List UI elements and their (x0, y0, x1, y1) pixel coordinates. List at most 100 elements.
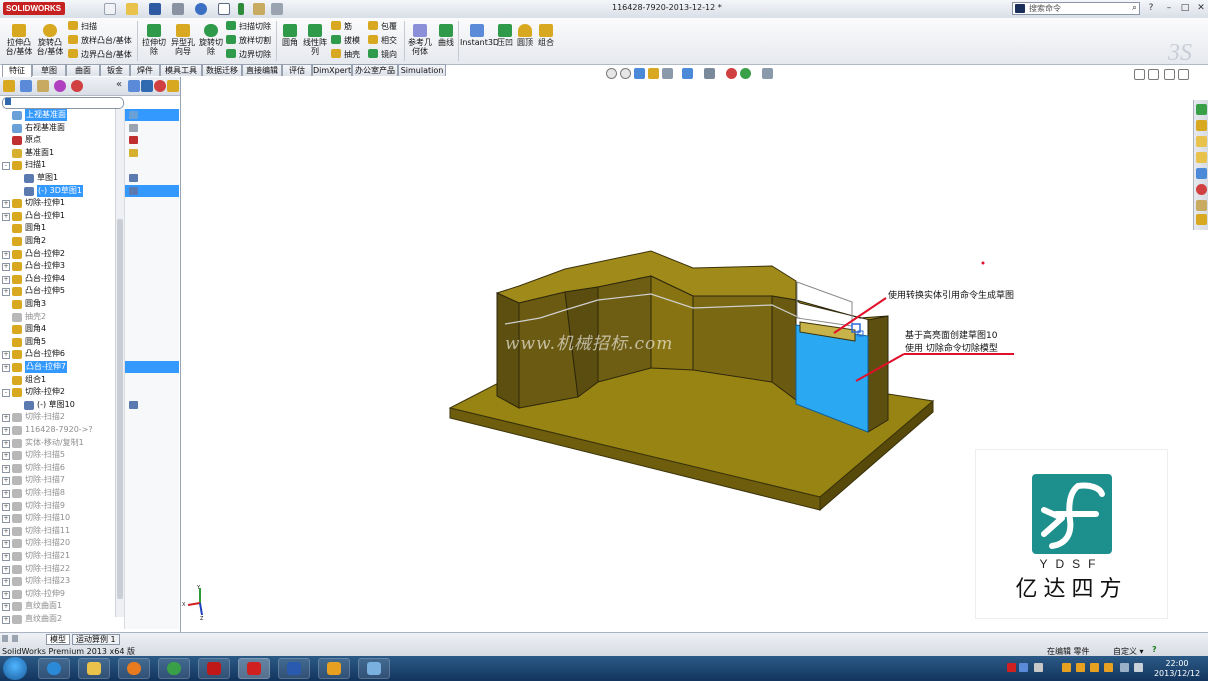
tree-node[interactable]: + 切除-扫描5 (0, 449, 124, 461)
tree-node[interactable]: +116428-7920->? (0, 424, 124, 436)
tree-node[interactable]: + 凸台-拉伸2 (0, 248, 124, 260)
tree-node[interactable]: + 切除-扫描22 (0, 563, 124, 575)
taskbar-media-player[interactable] (118, 658, 150, 679)
expand-toggle-icon[interactable]: + (2, 263, 10, 272)
file-properties-icon[interactable] (253, 3, 265, 15)
expand-toggle-icon[interactable]: + (2, 477, 10, 486)
tree-node[interactable]: (-) 草图10 (0, 399, 124, 411)
expand-toggle-icon[interactable]: + (2, 616, 10, 624)
bottom-tab-model[interactable]: 模型 (46, 634, 70, 645)
new-document-icon[interactable] (104, 3, 116, 15)
intersect-button[interactable]: 相交 (368, 35, 397, 46)
display-pane-cell[interactable] (125, 361, 179, 373)
tree-node[interactable]: + 切除-扫描11 (0, 525, 124, 537)
open-folder-icon[interactable] (126, 3, 138, 15)
expand-toggle-icon[interactable]: + (2, 275, 10, 284)
file-explorer-icon[interactable] (1196, 136, 1207, 147)
minimize-button[interactable]: – (1162, 2, 1176, 15)
tree-node[interactable]: 圆角1 (0, 222, 124, 234)
tree-node[interactable]: 原点 (0, 134, 124, 146)
expand-toggle-icon[interactable]: + (2, 288, 10, 297)
undo-icon[interactable] (195, 3, 207, 15)
tab-0[interactable]: 特征 (2, 64, 32, 77)
config-manager-tab-icon[interactable] (37, 80, 49, 92)
expand-toggle-icon[interactable]: + (2, 565, 10, 574)
tree-node[interactable]: 圆角3 (0, 298, 124, 310)
expand-toggle-icon[interactable]: + (2, 212, 10, 221)
scrollbar-thumb[interactable] (117, 219, 123, 599)
sweep-button[interactable]: 扫描 (68, 21, 97, 32)
tree-node[interactable]: + 切除-扫描10 (0, 512, 124, 524)
maximize-button[interactable]: □ (1178, 2, 1192, 15)
view-orientation-icon[interactable] (682, 68, 693, 79)
tree-node[interactable]: + 切除-扫描6 (0, 462, 124, 474)
feature-tree-scrollbar[interactable] (115, 109, 124, 617)
tree-node[interactable]: - 切除-拉伸2 (0, 386, 124, 398)
tab-5[interactable]: 模具工具 (160, 64, 202, 76)
display-pane-cell[interactable] (125, 147, 179, 159)
tree-node[interactable]: 右视基准面 (0, 122, 124, 134)
taskbar-solidworks[interactable] (238, 658, 270, 679)
taskbar-word[interactable] (278, 658, 310, 679)
rebuild-icon[interactable] (238, 3, 244, 15)
indent-button[interactable]: 压凹 (496, 24, 514, 47)
tree-node[interactable]: + 切除-扫描7 (0, 474, 124, 486)
linear-pattern-button[interactable]: 线性阵 列 (302, 24, 328, 56)
revolve-cut-button[interactable]: 旋转切 除 (198, 24, 224, 56)
boundary-boss-button[interactable]: 边界凸台/基体 (68, 49, 132, 60)
scroll-left-icon[interactable] (2, 635, 8, 642)
custom-properties-icon[interactable] (1196, 200, 1207, 211)
tree-node[interactable]: 圆角4 (0, 323, 124, 335)
expand-toggle-icon[interactable]: + (2, 464, 10, 473)
display-style-icon[interactable] (704, 68, 715, 79)
draft-button[interactable]: 拔模 (331, 35, 360, 46)
reference-geometry-button[interactable]: 参考几 何体 (407, 24, 433, 56)
tree-node[interactable]: 基准面1 (0, 147, 124, 159)
tab-9[interactable]: DimXpert (312, 64, 352, 76)
edit-appearance-icon[interactable] (740, 68, 751, 79)
search-scope-icon[interactable] (1015, 4, 1025, 13)
expand-toggle-icon[interactable]: + (2, 578, 10, 587)
expand-toggle-icon[interactable]: + (2, 490, 10, 498)
tree-node[interactable]: 上视基准面 (0, 109, 124, 121)
solidworks-resources-icon[interactable] (1196, 104, 1207, 115)
tree-node[interactable]: + 直纹曲面2 (0, 613, 124, 625)
expand-toggle-icon[interactable]: + (2, 527, 10, 536)
display-pane-cell[interactable] (125, 122, 179, 134)
hole-wizard-button[interactable]: 异型孔 向导 (169, 24, 197, 56)
swept-cut-button[interactable]: 扫描切除 (226, 21, 271, 32)
display-pane-cell[interactable] (125, 399, 179, 411)
expand-toggle-icon[interactable]: + (2, 364, 10, 372)
display-pane-cell[interactable] (125, 184, 179, 197)
tree-node[interactable]: + 凸台-拉伸4 (0, 273, 124, 285)
revolve-boss-button[interactable]: 旋转凸 台/基体 (35, 24, 65, 56)
expand-toggle-icon[interactable]: - (2, 389, 10, 398)
tree-node[interactable]: + 切除-拉伸1 (0, 197, 124, 209)
tree-node[interactable]: 圆角5 (0, 336, 124, 348)
extrude-boss-button[interactable]: 拉伸凸 台/基体 (4, 24, 34, 56)
tree-node[interactable]: (-) 3D草图1 (0, 184, 124, 197)
tree-node[interactable]: + 实体-移动/复制1 (0, 437, 124, 449)
appearances-icon[interactable] (1196, 184, 1207, 195)
tray-icon-tool3[interactable] (1090, 663, 1099, 672)
tray-icon-tool1[interactable] (1062, 663, 1071, 672)
save-icon[interactable] (149, 3, 161, 15)
instant3d-button[interactable]: Instant3D (460, 24, 499, 47)
tree-node[interactable]: + 凸台-拉伸5 (0, 285, 124, 297)
taskbar-outlook[interactable] (318, 658, 350, 679)
tab-3[interactable]: 钣金 (100, 64, 130, 76)
tree-node[interactable]: + 凸台-拉伸3 (0, 260, 124, 272)
expand-toggle-icon[interactable]: + (2, 250, 10, 259)
tab-4[interactable]: 焊件 (130, 64, 160, 76)
tab-11[interactable]: Simulation (398, 64, 446, 76)
zoom-to-fit-icon[interactable] (606, 68, 617, 79)
display-pane-cell[interactable] (125, 134, 179, 146)
tree-node[interactable]: + 切除-扫描23 (0, 575, 124, 587)
rib-button[interactable]: 筋 (331, 21, 352, 32)
curves-button[interactable]: 曲线 (435, 24, 457, 47)
display-manager-tab-icon[interactable] (71, 80, 83, 92)
expand-toggle-icon[interactable]: - (2, 162, 10, 171)
display-pane-icon-3[interactable] (154, 80, 166, 92)
expand-toggle-icon[interactable]: + (2, 427, 10, 435)
taskbar-pdf[interactable] (198, 658, 230, 679)
